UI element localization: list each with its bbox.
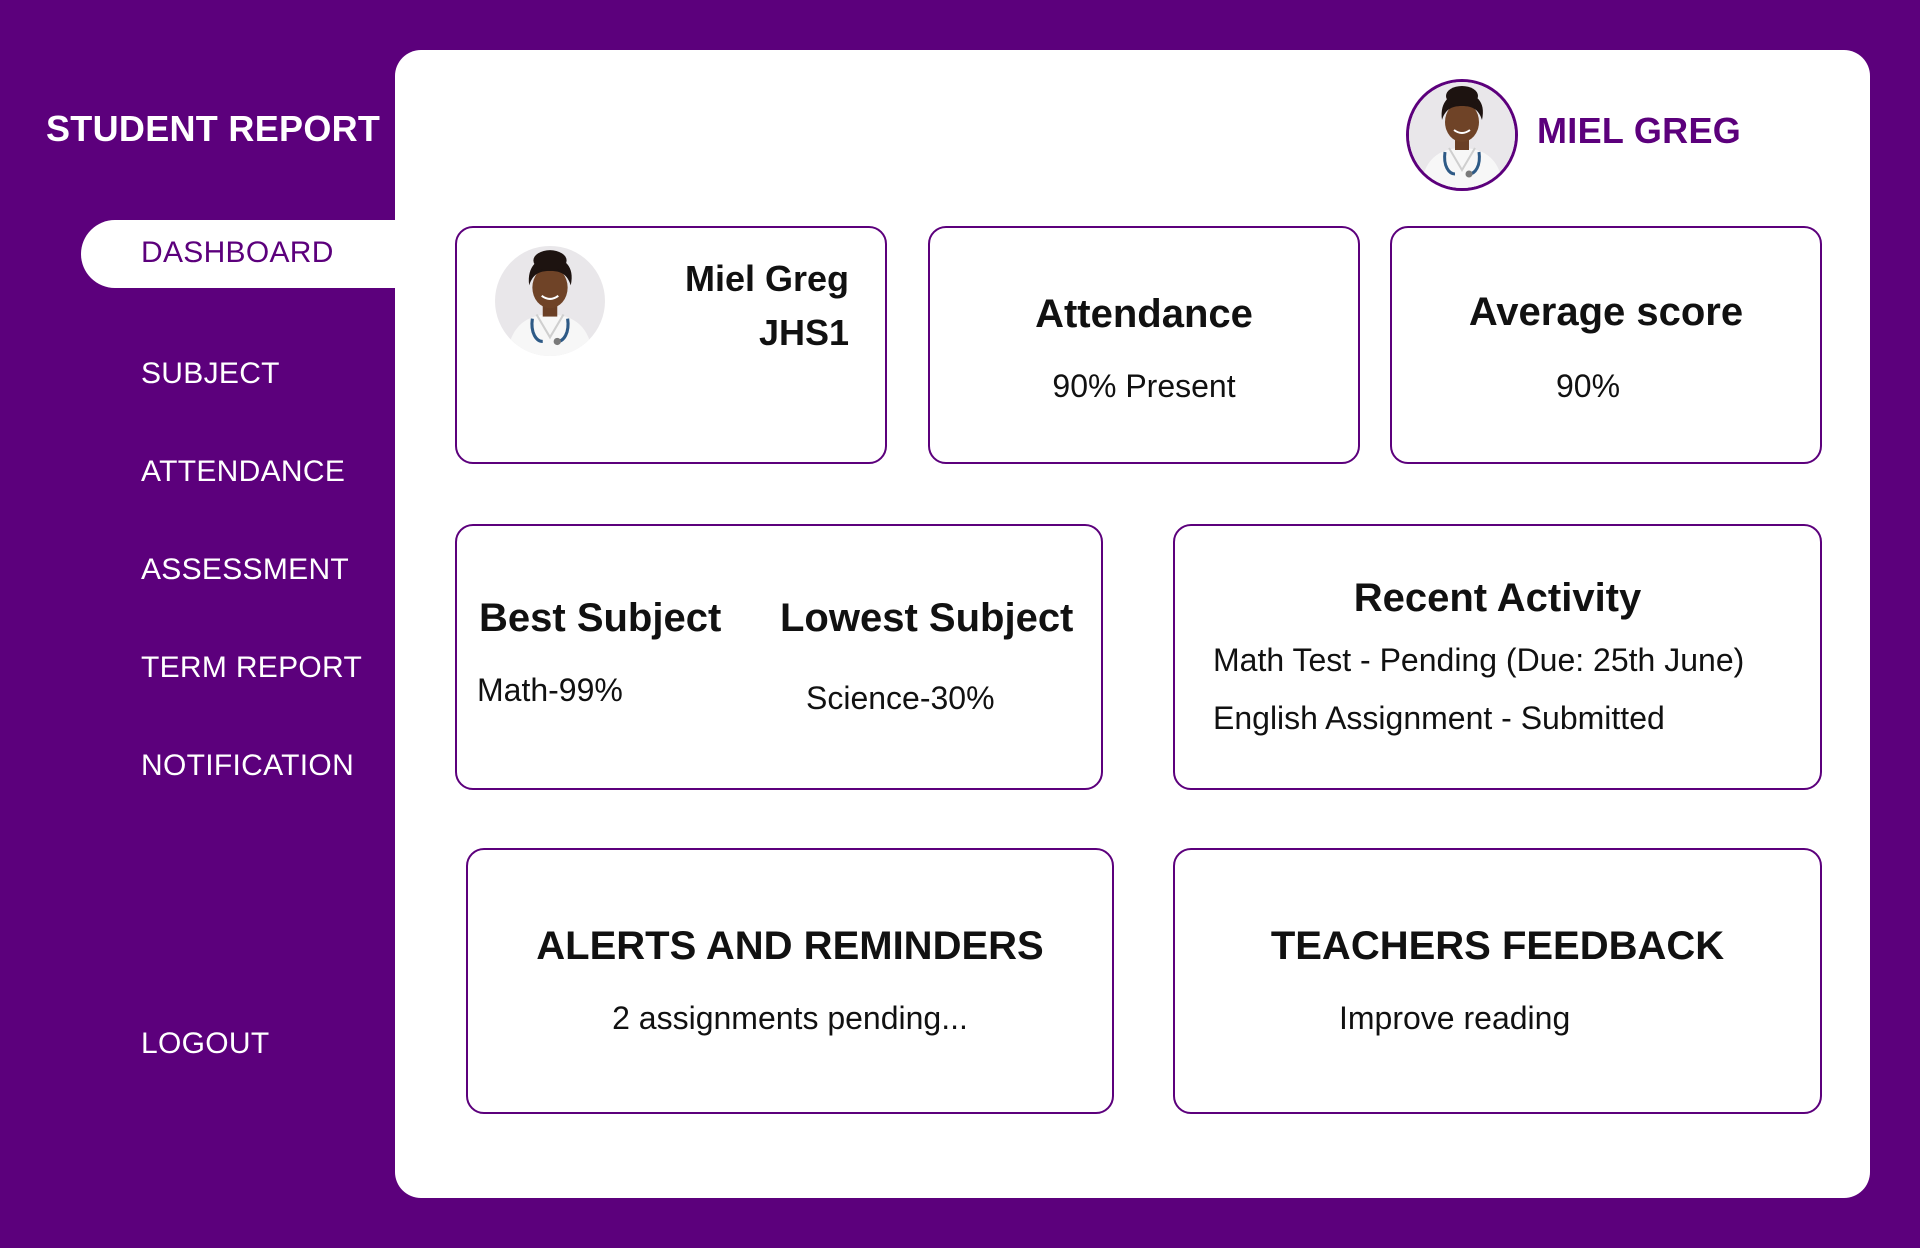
alerts-title: ALERTS AND REMINDERS [536, 924, 1044, 968]
best-subject-value: Math-99% [477, 672, 623, 708]
best-subject-title: Best Subject [479, 596, 722, 640]
recent-activity-title: Recent Activity [1353, 576, 1642, 620]
attendance-title: Attendance [1035, 292, 1253, 336]
sidebar-item-assessment[interactable]: ASSESSMENT [141, 553, 349, 587]
sidebar-item-label: DASHBOARD [141, 236, 334, 269]
user-avatar[interactable] [1406, 79, 1518, 191]
sidebar-item-attendance[interactable]: ATTENDANCE [141, 455, 345, 489]
sidebar-item-dashboard[interactable]: DASHBOARD [81, 220, 401, 288]
sidebar-item-term-report[interactable]: TERM REPORT [141, 651, 362, 685]
student-photo-icon [495, 246, 605, 356]
teachers-feedback-card: TEACHERS FEEDBACK Improve reading [1173, 848, 1822, 1114]
sidebar-item-notification[interactable]: NOTIFICATION [141, 749, 354, 783]
app-title: STUDENT REPORT [46, 108, 381, 149]
teachers-feedback-title: TEACHERS FEEDBACK [1270, 924, 1725, 968]
attendance-card: Attendance 90% Present [928, 226, 1360, 464]
header-user-name[interactable]: MIEL GREG [1537, 110, 1741, 152]
average-score-value: 90% [1556, 368, 1621, 404]
subjects-card: Best Subject Math-99% Lowest Subject Sci… [455, 524, 1103, 790]
alerts-text: 2 assignments pending... [612, 1000, 968, 1036]
sidebar-item-subject[interactable]: SUBJECT [141, 357, 280, 391]
attendance-value: 90% Present [1052, 368, 1236, 404]
student-name: Miel Greg [684, 258, 849, 299]
logout-button[interactable]: LOGOUT [141, 1027, 269, 1061]
recent-activity-item: English Assignment - Submitted [1213, 700, 1665, 736]
avatar-photo-icon [1409, 82, 1515, 188]
lowest-subject-title: Lowest Subject [780, 596, 1074, 640]
student-card: Miel Greg JHS1 [455, 226, 887, 464]
main-panel: MIEL GREG Miel Greg JHS1 Attendance 90% … [395, 50, 1870, 1198]
alerts-card: ALERTS AND REMINDERS 2 assignments pendi… [466, 848, 1114, 1114]
student-avatar [495, 246, 605, 356]
recent-activity-card: Recent Activity Math Test - Pending (Due… [1173, 524, 1822, 790]
student-class: JHS1 [758, 312, 849, 353]
recent-activity-item: Math Test - Pending (Due: 25th June) [1213, 642, 1745, 678]
teachers-feedback-text: Improve reading [1339, 1000, 1571, 1036]
average-score-card: Average score 90% [1390, 226, 1822, 464]
lowest-subject-value: Science-30% [806, 680, 995, 716]
average-score-title: Average score [1468, 290, 1744, 334]
